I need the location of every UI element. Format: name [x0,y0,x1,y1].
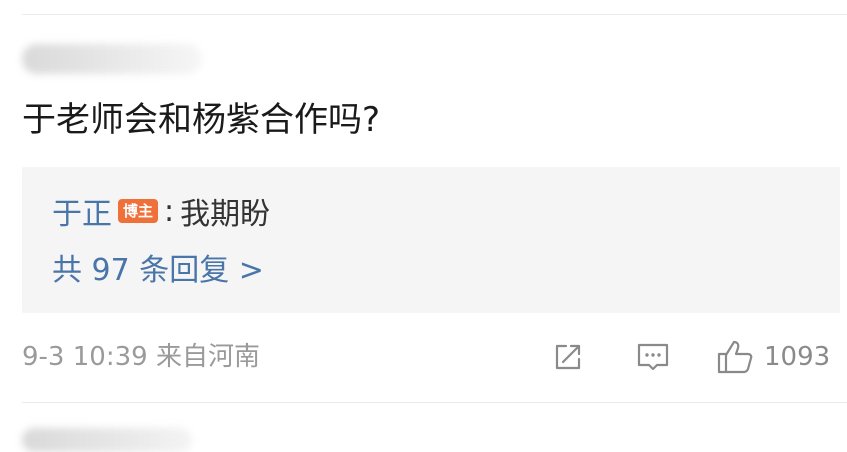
reply-preview-box[interactable]: 于正 博主 : 我期盼 共 97 条回复 > [22,167,840,313]
reply-line: 于正 博主 : 我期盼 [52,189,271,233]
comment-icon [636,341,670,373]
comment-meta: 9-3 10:39 来自河南 [22,339,260,375]
share-button[interactable] [552,337,584,377]
top-divider [22,14,847,15]
blurred-username[interactable] [22,44,202,74]
thumbs-up-icon [716,339,756,375]
timestamp: 9-3 10:39 [22,342,148,372]
location: 来自河南 [155,342,260,372]
comment-text: 于老师会和杨紫合作吗? [22,100,381,140]
author-badge: 博主 [118,199,159,223]
share-icon [552,341,584,373]
reply-author[interactable]: 于正 [52,189,112,233]
like-count: 1093 [764,342,831,372]
like-button[interactable]: 1093 [716,337,830,377]
comment-button[interactable] [636,337,670,377]
view-more-replies-link[interactable]: 共 97 条回复 > [52,251,264,291]
reply-text: 我期盼 [180,197,271,232]
bottom-divider [22,402,847,403]
reply-colon: : [164,193,175,229]
next-comment-blurred-username[interactable] [22,428,192,452]
